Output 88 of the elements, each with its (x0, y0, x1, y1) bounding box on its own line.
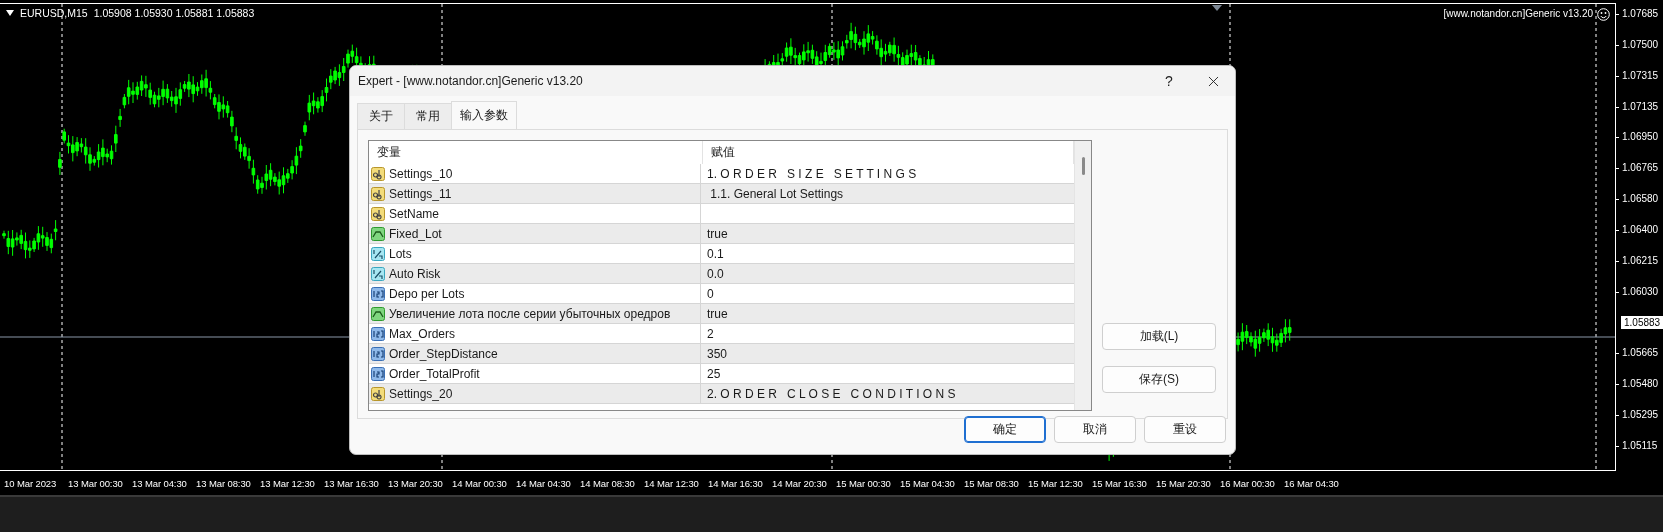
indicator-label: [www.notandor.cn]Generic v13.20 (1443, 8, 1593, 19)
parameter-value[interactable]: true (707, 306, 728, 321)
price-label: 1.07135 (1622, 100, 1659, 112)
time-label: 16 Mar 00:30 (1220, 477, 1276, 489)
number-type-icon (371, 346, 385, 361)
time-label: 13 Mar 00:30 (68, 477, 124, 489)
parameter-name: Order_TotalProfit (389, 366, 480, 381)
parameter-name: SetName (389, 206, 440, 221)
parameter-value[interactable]: 1. O R D E R S I Z E S E T T I N G S (707, 166, 917, 181)
chart-shift-marker-icon[interactable] (1212, 5, 1222, 11)
price-label: 1.07315 (1622, 69, 1659, 81)
side-button[interactable]: 保存(S) (1102, 366, 1216, 393)
parameter-name: Lots (389, 246, 412, 261)
parameter-name: Settings_20 (389, 386, 453, 401)
window-title: Expert - [www.notandor.cn]Generic v13.20 (358, 74, 584, 88)
time-label: 14 Mar 04:30 (516, 477, 572, 489)
price-label: 1.06400 (1622, 224, 1659, 235)
dialog-button[interactable]: 确定 (964, 416, 1046, 443)
time-label: 15 Mar 20:30 (1156, 477, 1212, 489)
price-label: 1.06030 (1622, 285, 1659, 297)
text-type-icon (371, 386, 385, 401)
parameter-name: Auto Risk (389, 266, 441, 281)
parameter-value[interactable]: 350 (707, 346, 728, 361)
price-readout: 1.05908 1.05930 1.05881 1.05883 (93, 7, 255, 19)
parameter-name: Увеличение лота после серии убыточных оредров (389, 306, 671, 321)
text-type-icon (371, 206, 385, 221)
number-type-icon (371, 366, 385, 381)
parameter-value[interactable]: 0 (707, 286, 714, 301)
toggle-type-icon (371, 306, 385, 321)
price-label: 1.05480 (1622, 378, 1659, 390)
time-label: 13 Mar 08:30 (196, 477, 252, 489)
toggle-type-icon (371, 226, 385, 241)
price-label: 1.07685 (1622, 8, 1659, 19)
time-label: 14 Mar 08:30 (580, 477, 636, 489)
parameter-value[interactable]: 2 (707, 326, 714, 341)
number-type-icon (371, 286, 385, 301)
parameter-name: Settings_10 (389, 166, 453, 181)
time-label: 15 Mar 04:30 (900, 477, 956, 489)
dialog-button[interactable]: 取消 (1054, 416, 1136, 443)
parameter-name: Fixed_Lot (389, 226, 442, 241)
time-label: 14 Mar 16:30 (708, 477, 764, 489)
help-button[interactable]: ? (1147, 66, 1191, 96)
time-label: 16 Mar 04:30 (1284, 477, 1340, 489)
parameter-value[interactable]: true (707, 226, 728, 241)
price-label: 1.06765 (1622, 162, 1659, 174)
current-price-label: 1.05883 (1621, 315, 1663, 329)
tab[interactable]: 常用 (404, 103, 452, 129)
parameter-value[interactable]: 25 (707, 366, 721, 381)
time-label: 13 Mar 04:30 (132, 477, 188, 489)
side-button[interactable]: 加载(L) (1102, 323, 1216, 350)
parameter-value[interactable]: 2. O R D E R C L O S E C O N D I T I O N S (707, 386, 956, 401)
parameter-value[interactable]: 1.1. General Lot Settings (707, 186, 844, 201)
scrollbar[interactable] (1074, 141, 1091, 410)
parameter-name: Order_StepDistance (389, 346, 498, 361)
text-type-icon (371, 166, 385, 181)
tab[interactable]: 关于 (357, 103, 405, 129)
price-label: 1.06580 (1622, 193, 1659, 205)
price-label: 1.07500 (1622, 38, 1659, 50)
fraction-type-icon (371, 246, 385, 261)
time-label: 15 Mar 16:30 (1092, 477, 1148, 489)
price-label: 1.06215 (1622, 254, 1659, 266)
time-label: 13 Mar 16:30 (324, 477, 380, 489)
price-label: 1.05665 (1622, 347, 1659, 359)
tab[interactable]: 输入参数 (451, 101, 517, 129)
time-label: 15 Mar 00:30 (836, 477, 892, 489)
time-label: 10 Mar 2023 (4, 477, 58, 489)
price-label: 1.06950 (1622, 131, 1659, 143)
time-label: 13 Mar 12:30 (260, 477, 316, 489)
time-label: 14 Mar 12:30 (644, 477, 700, 489)
dialog-button[interactable]: 重设 (1144, 416, 1226, 443)
time-label: 15 Mar 12:30 (1028, 477, 1084, 489)
parameter-name: Depo per Lots (389, 286, 465, 301)
fraction-type-icon (371, 266, 385, 281)
number-type-icon (371, 326, 385, 341)
time-label: 13 Mar 20:30 (388, 477, 444, 489)
time-label: 15 Mar 08:30 (964, 477, 1020, 489)
text-type-icon (371, 186, 385, 201)
parameter-value[interactable]: 0.1 (707, 246, 724, 261)
smiley-icon (1597, 8, 1610, 21)
time-label: 14 Mar 00:30 (452, 477, 508, 489)
parameter-value[interactable]: 0.0 (707, 266, 724, 281)
price-label: 1.05295 (1622, 409, 1659, 421)
time-label: 14 Mar 20:30 (772, 477, 828, 489)
price-label: 1.05115 (1622, 440, 1658, 452)
dropdown-triangle-icon[interactable] (6, 10, 14, 16)
parameter-name: Max_Orders (389, 326, 456, 341)
parameter-name: Settings_11 (389, 186, 452, 201)
symbol-label: EURUSD,M15 (20, 7, 88, 19)
